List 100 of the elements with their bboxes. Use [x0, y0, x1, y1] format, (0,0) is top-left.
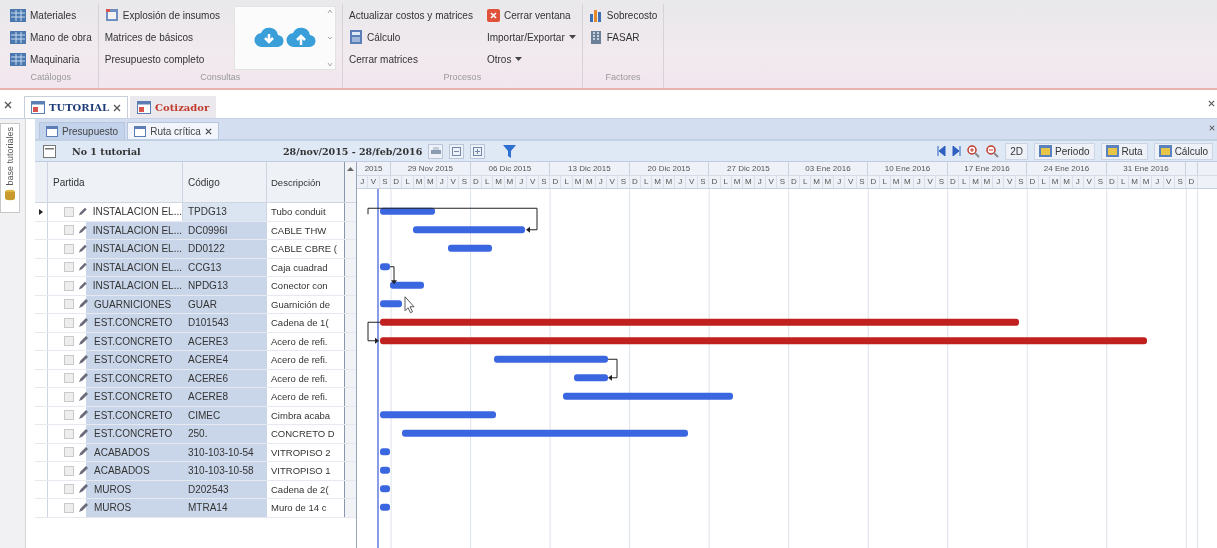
toolbar-button[interactable]: 2D	[1005, 142, 1029, 160]
table-row[interactable]: EST.CONCRETO ACERE8 Acero de refi.	[35, 388, 356, 407]
checkbox[interactable]	[64, 243, 74, 254]
view-tab[interactable]: Ruta crítica	[127, 122, 219, 139]
checkbox[interactable]	[64, 410, 74, 421]
filter-icon[interactable]	[503, 144, 517, 158]
task-bar[interactable]	[380, 207, 435, 215]
scroll-arrows-icon[interactable]	[327, 7, 333, 69]
last-page-icon[interactable]	[952, 146, 962, 156]
task-bar[interactable]	[380, 337, 1147, 345]
ribbon-button[interactable]: Explosión de insumos	[104, 4, 220, 26]
checkbox[interactable]	[64, 225, 74, 236]
expand-button[interactable]	[470, 143, 486, 159]
window-icon	[1039, 145, 1053, 157]
document-tab[interactable]: TUTORIAL	[24, 96, 129, 118]
checkbox[interactable]	[64, 484, 74, 495]
print-button[interactable]	[428, 143, 444, 159]
column-header[interactable]: Código	[183, 162, 267, 202]
ribbon-button[interactable]: Cerrar matrices	[349, 48, 473, 70]
task-bar[interactable]	[390, 281, 424, 289]
table-row[interactable]: MUROS D202543 Cadena de 2(	[35, 480, 356, 499]
table-row[interactable]: EST.CONCRETO ACERE4 Acero de refi.	[35, 351, 356, 370]
task-bar[interactable]	[380, 318, 1019, 326]
document-tab[interactable]: Cotizador	[130, 96, 217, 118]
first-page-icon[interactable]	[937, 146, 947, 156]
day-label: V	[368, 176, 380, 188]
collapse-button[interactable]	[449, 143, 465, 159]
day-label: S	[1174, 176, 1187, 188]
close-icon[interactable]	[1209, 125, 1215, 131]
task-bar[interactable]	[380, 448, 390, 456]
table-row[interactable]: EST.CONCRETO ACERE6 Acero de refi.	[35, 369, 356, 388]
toolbar-button[interactable]: Cálculo	[1153, 142, 1213, 160]
table-row[interactable]: EST.CONCRETO CIMEC Cimbra acaba	[35, 406, 356, 425]
ribbon-button[interactable]: Cálculo	[349, 26, 473, 48]
checkbox[interactable]	[64, 465, 74, 476]
day-label: M	[743, 176, 755, 188]
day-label: J	[436, 176, 448, 188]
table-row[interactable]: ACABADOS 310-103-10-54 VITROPISO 2	[35, 443, 356, 462]
toolbar-button[interactable]: Periodo	[1034, 142, 1095, 160]
task-bar[interactable]	[574, 374, 608, 382]
checkbox[interactable]	[64, 299, 74, 310]
table-row[interactable]: GUARNICIONES GUAR Guarnición de	[35, 295, 356, 314]
toolbar-button[interactable]: Ruta	[1100, 142, 1148, 160]
close-icon[interactable]	[1208, 100, 1215, 107]
task-bar[interactable]	[380, 466, 390, 474]
table-row[interactable]: EST.CONCRETO 250. CONCRETO D	[35, 425, 356, 444]
checkbox[interactable]	[64, 373, 74, 384]
week-label: 2015	[364, 164, 383, 173]
ribbon-button[interactable]: Actualizar costos y matrices	[349, 4, 473, 26]
table-row[interactable]: INSTALACION EL... TPDG13 Tubo conduit	[35, 203, 356, 222]
task-bar[interactable]	[448, 244, 492, 252]
checkbox[interactable]	[64, 502, 74, 513]
task-bar[interactable]	[380, 300, 402, 308]
task-bar[interactable]	[380, 503, 390, 511]
pencil-icon	[78, 243, 87, 254]
table-row[interactable]: INSTALACION EL... CCG13 Caja cuadrad	[35, 258, 356, 277]
view-tab[interactable]: Presupuesto	[39, 122, 126, 139]
checkbox[interactable]	[64, 262, 74, 273]
week-label: 20 Dic 2015	[647, 164, 691, 173]
ribbon-button[interactable]: Mano de obra	[10, 26, 92, 48]
ribbon-button[interactable]: Importar/Exportar	[486, 26, 576, 48]
table-cell-text: MUROS	[93, 502, 132, 514]
table-row[interactable]: EST.CONCRETO ACERE3 Acero de refi.	[35, 332, 356, 351]
task-bar[interactable]	[380, 485, 390, 493]
checkbox[interactable]	[64, 280, 74, 291]
ribbon-button[interactable]: Materiales	[10, 4, 92, 26]
close-icon[interactable]	[4, 101, 12, 109]
scroll-up-icon[interactable]	[347, 167, 354, 171]
checkbox[interactable]	[64, 447, 74, 458]
table-row[interactable]: ACABADOS 310-103-10-58 VITROPISO 1	[35, 462, 356, 481]
ribbon-button[interactable]: Sobrecosto	[588, 4, 658, 26]
checkbox[interactable]	[64, 317, 74, 328]
table-row[interactable]: EST.CONCRETO D101543 Cadena de 1(	[35, 314, 356, 333]
ribbon-button[interactable]: Presupuesto completo	[104, 48, 220, 70]
table-row[interactable]: INSTALACION EL... DC0996I CABLE THW	[35, 221, 356, 240]
side-tab[interactable]: base tutoriales	[0, 123, 20, 213]
day-label: V	[765, 176, 778, 188]
ribbon-button[interactable]: Otros	[486, 48, 576, 70]
table-cell-text: EST.CONCRETO	[93, 428, 173, 440]
checkbox[interactable]	[64, 428, 74, 439]
zoom-out-icon[interactable]	[986, 144, 1000, 158]
checkbox[interactable]	[64, 354, 74, 365]
column-header[interactable]: Partida	[48, 162, 183, 202]
ribbon-button[interactable]: Matrices de básicos	[104, 26, 220, 48]
document-icon	[104, 8, 119, 22]
table-row[interactable]: INSTALACION EL... DD0122 CABLE CBRE (	[35, 240, 356, 259]
table-row[interactable]: INSTALACION EL... NPDG13 Conector con	[35, 277, 356, 296]
gallery[interactable]	[234, 6, 336, 70]
cloud-download-icon[interactable]	[254, 27, 284, 49]
table-cell-text: INSTALACION EL...	[91, 224, 182, 236]
cloud-upload-icon[interactable]	[286, 27, 316, 49]
ribbon-button[interactable]: Cerrar ventana	[486, 4, 576, 26]
checkbox[interactable]	[64, 206, 74, 217]
checkbox[interactable]	[64, 391, 74, 402]
checkbox[interactable]	[64, 336, 74, 347]
ribbon-button[interactable]: Maquinaria	[10, 48, 92, 70]
task-bar[interactable]	[380, 263, 390, 271]
zoom-in-icon[interactable]	[967, 144, 981, 158]
table-row[interactable]: MUROS MTRA14 Muro de 14 c	[35, 499, 356, 518]
ribbon-button[interactable]: FASAR	[588, 26, 658, 48]
